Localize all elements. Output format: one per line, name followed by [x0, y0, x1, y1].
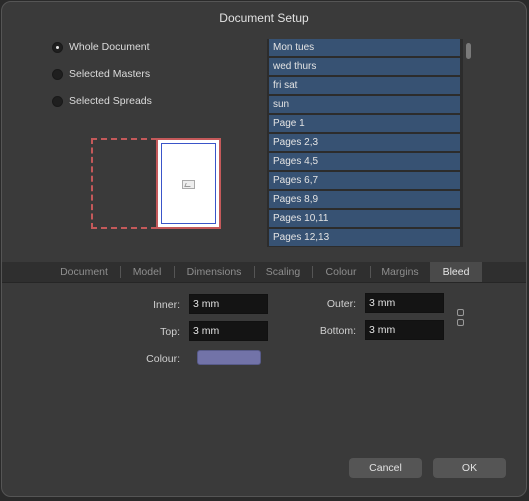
tab-margins[interactable]: Margins: [374, 262, 426, 282]
page-thumbnail: [161, 143, 216, 224]
inner-bleed-field[interactable]: 3 mm: [189, 294, 268, 314]
tab-scaling[interactable]: Scaling: [258, 262, 308, 282]
cancel-button[interactable]: Cancel: [349, 458, 422, 478]
tab-model[interactable]: Model: [124, 262, 170, 282]
dialog-title: Document Setup: [219, 11, 309, 25]
list-item[interactable]: Pages 4,5: [269, 153, 460, 170]
radio-selected-masters[interactable]: Selected Masters: [52, 66, 150, 82]
page-list-scrollbar[interactable]: [464, 41, 472, 241]
bleed-colour-swatch[interactable]: [197, 350, 261, 365]
tab-divider: [254, 266, 255, 278]
radio-label: Selected Spreads: [69, 95, 152, 107]
list-item[interactable]: Pages 2,3: [269, 134, 460, 151]
radio-label: Whole Document: [69, 41, 150, 53]
radio-button[interactable]: [52, 95, 63, 107]
radio-whole-document[interactable]: Whole Document: [52, 39, 150, 55]
tab-divider: [312, 266, 313, 278]
ok-button[interactable]: OK: [433, 458, 506, 478]
left-page-bleed-outline: [91, 138, 157, 229]
colour-label: Colour:: [146, 353, 180, 365]
tab-divider: [370, 266, 371, 278]
radio-label: Selected Masters: [69, 68, 151, 80]
tab-dimensions[interactable]: Dimensions: [178, 262, 250, 282]
tab-bar: Document Model Dimensions Scaling Colour…: [2, 262, 526, 283]
tab-divider: [174, 266, 175, 278]
outer-label: Outer:: [326, 298, 356, 310]
radio-selected-spreads[interactable]: Selected Spreads: [52, 93, 152, 109]
document-setup-dialog: Document Setup Whole Document Selected M…: [1, 1, 527, 497]
page-list[interactable]: Mon tues wed thurs fri sat sun Page 1 Pa…: [267, 39, 463, 247]
list-item[interactable]: Page 1: [269, 115, 460, 132]
bottom-label: Bottom:: [319, 325, 356, 337]
list-item[interactable]: sun: [269, 96, 460, 113]
image-placeholder-icon: [182, 180, 195, 189]
top-label: Top:: [160, 326, 180, 338]
tab-bleed[interactable]: Bleed: [430, 262, 482, 282]
radio-button[interactable]: [52, 68, 63, 80]
list-item[interactable]: wed thurs: [269, 58, 460, 75]
list-item[interactable]: Pages 12,13: [269, 229, 460, 246]
inner-label: Inner:: [153, 299, 180, 311]
tab-divider: [120, 266, 121, 278]
right-page-bleed-outline: [156, 138, 221, 229]
list-item[interactable]: Pages 10,11: [269, 210, 460, 227]
list-item[interactable]: fri sat: [269, 77, 460, 94]
radio-button[interactable]: [52, 41, 63, 53]
tab-document[interactable]: Document: [52, 262, 116, 282]
list-item[interactable]: Pages 8,9: [269, 191, 460, 208]
outer-bleed-field[interactable]: 3 mm: [365, 293, 444, 313]
list-item[interactable]: Pages 6,7: [269, 172, 460, 189]
link-top-ring: [457, 309, 464, 316]
link-bottom-ring: [457, 319, 464, 326]
tab-colour[interactable]: Colour: [316, 262, 366, 282]
bottom-bleed-field[interactable]: 3 mm: [365, 320, 444, 340]
scroll-thumb[interactable]: [466, 43, 471, 59]
list-item[interactable]: Mon tues: [269, 39, 460, 56]
link-values-icon[interactable]: [457, 309, 464, 327]
top-bleed-field[interactable]: 3 mm: [189, 321, 268, 341]
